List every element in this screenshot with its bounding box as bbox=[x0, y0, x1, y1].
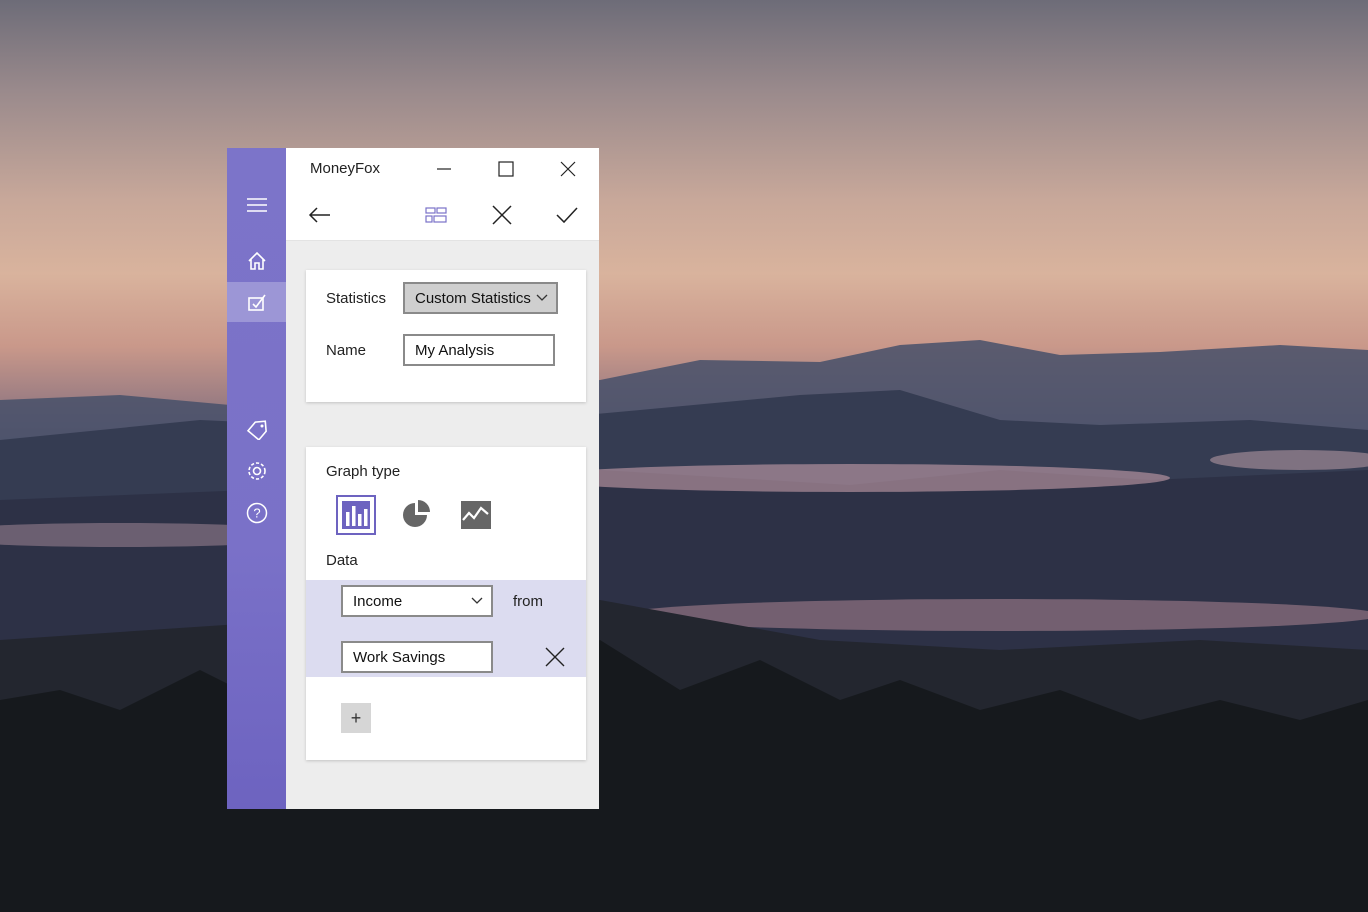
name-field[interactable]: My Analysis bbox=[403, 334, 555, 366]
account-field-value: Work Savings bbox=[353, 648, 446, 666]
statistics-dropdown-value: Custom Statistics bbox=[415, 289, 531, 307]
pie-chart-icon bbox=[403, 500, 430, 527]
line-chart-icon bbox=[461, 501, 491, 529]
bar-chart-button[interactable] bbox=[336, 495, 376, 535]
remove-row-button[interactable] bbox=[541, 643, 569, 671]
save-button[interactable] bbox=[542, 190, 592, 240]
category-dropdown[interactable]: Income bbox=[341, 585, 493, 617]
command-bar bbox=[286, 190, 599, 240]
data-filter-row: Income from Work Savings bbox=[306, 580, 586, 677]
chevron-down-icon bbox=[471, 597, 483, 604]
maximize-button[interactable] bbox=[475, 148, 537, 190]
graph-settings-card: Graph type Data Income from Work Savings… bbox=[306, 447, 586, 760]
back-button[interactable] bbox=[294, 190, 344, 240]
category-dropdown-value: Income bbox=[353, 592, 403, 610]
from-label: from bbox=[513, 593, 543, 610]
line-chart-button[interactable] bbox=[456, 495, 496, 535]
statistics-dropdown[interactable]: Custom Statistics bbox=[403, 282, 558, 314]
home-icon[interactable] bbox=[227, 241, 286, 281]
name-label: Name bbox=[326, 342, 367, 359]
layout-toggle-button[interactable] bbox=[411, 190, 461, 240]
hamburger-menu-icon[interactable] bbox=[227, 185, 286, 225]
bar-chart-icon bbox=[342, 501, 370, 529]
statistics-label: Statistics bbox=[326, 290, 387, 307]
pie-chart-button[interactable] bbox=[396, 495, 436, 535]
tag-icon[interactable] bbox=[227, 410, 286, 450]
minimize-button[interactable] bbox=[413, 148, 475, 190]
desktop-wallpaper bbox=[0, 0, 1368, 912]
mountain-landscape bbox=[0, 340, 1368, 912]
svg-text:?: ? bbox=[253, 506, 260, 521]
account-field[interactable]: Work Savings bbox=[341, 641, 493, 673]
statistics-settings-card: Statistics Custom Statistics Name My Ana… bbox=[306, 270, 586, 402]
name-field-value: My Analysis bbox=[415, 341, 495, 359]
add-data-row-button[interactable]: + bbox=[341, 703, 371, 733]
navigation-pane: ? bbox=[227, 148, 286, 809]
close-icon bbox=[545, 647, 565, 667]
statistics-icon[interactable] bbox=[227, 282, 286, 322]
help-icon[interactable]: ? bbox=[227, 493, 286, 533]
chevron-down-icon bbox=[536, 294, 548, 301]
moneyfox-window: ? MoneyFox Statistics Custom Statistics … bbox=[227, 148, 599, 809]
title-bar: MoneyFox bbox=[286, 148, 599, 190]
dashboard-icon bbox=[425, 207, 447, 223]
app-title: MoneyFox bbox=[310, 160, 381, 177]
cancel-button[interactable] bbox=[477, 190, 527, 240]
close-window-button[interactable] bbox=[537, 148, 599, 190]
data-label: Data bbox=[326, 552, 358, 569]
gear-icon[interactable] bbox=[227, 451, 286, 491]
graph-type-label: Graph type bbox=[326, 463, 401, 480]
